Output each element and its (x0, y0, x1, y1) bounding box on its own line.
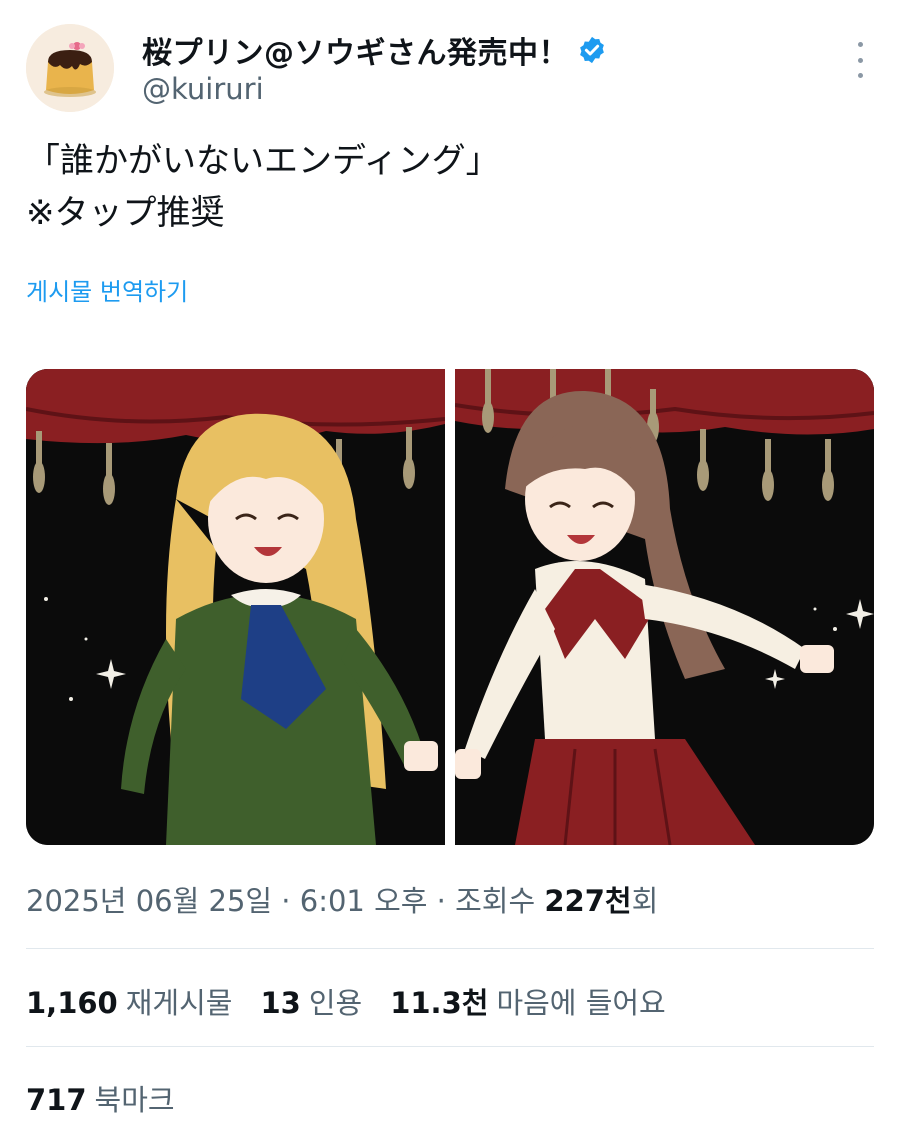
author-name-row[interactable]: 桜プリン@ソウギさん発売中！ (142, 28, 607, 72)
views-prefix: 조회수 (455, 884, 545, 918)
media-image-right[interactable] (455, 369, 874, 845)
translate-post-link[interactable]: 게시물 번역하기 (26, 272, 188, 307)
bookmarks-count: 717 (26, 1083, 87, 1117)
views-count: 227천 (544, 884, 632, 918)
retweets-count: 1,160 (26, 986, 118, 1020)
media-image-left[interactable] (26, 369, 445, 845)
views-suffix: 회 (631, 884, 659, 918)
display-name[interactable]: 桜プリン@ソウギさん発売中！ (142, 28, 569, 72)
likes-stat[interactable]: 11.3천 마음에 들어요 (390, 980, 666, 1022)
quotes-count: 13 (260, 986, 301, 1020)
tweet-line-2: ※タップ推奨 (26, 193, 225, 233)
quotes-label: 인용 (308, 986, 363, 1020)
verified-badge-icon (577, 35, 607, 65)
retweets-label: 재게시물 (125, 986, 233, 1020)
likes-label: 마음에 들어요 (496, 986, 666, 1020)
author-handle[interactable]: @kuiruri (142, 72, 264, 106)
more-options-icon[interactable] (848, 42, 872, 78)
tweet-body: 「誰かがいないエンディング」 ※タップ推奨 (26, 135, 500, 239)
pudding-avatar-icon[interactable] (26, 24, 114, 112)
likes-count: 11.3천 (390, 986, 489, 1020)
meta-separator: · (427, 884, 456, 918)
bookmarks-label: 북마크 (94, 1083, 175, 1117)
post-date[interactable]: 2025년 06월 25일 (26, 884, 272, 918)
post-time[interactable]: 6:01 오후 (300, 884, 428, 918)
divider (26, 1046, 874, 1047)
tweet-media (26, 369, 874, 845)
quotes-stat[interactable]: 13 인용 (260, 980, 362, 1022)
tweet-header: 桜プリン@ソウギさん発売中！ @kuiruri (26, 20, 876, 120)
retweets-stat[interactable]: 1,160 재게시물 (26, 980, 232, 1022)
tweet-meta: 2025년 06월 25일 · 6:01 오후 · 조회수 227천회 (26, 878, 658, 920)
divider (26, 948, 874, 949)
meta-separator: · (272, 884, 300, 918)
engagement-stats: 1,160 재게시물 13 인용 11.3천 마음에 들어요 (26, 980, 666, 1022)
bookmarks-stat[interactable]: 717 북마크 (26, 1077, 175, 1119)
tweet-line-1: 「誰かがいないエンディング」 (26, 141, 500, 181)
